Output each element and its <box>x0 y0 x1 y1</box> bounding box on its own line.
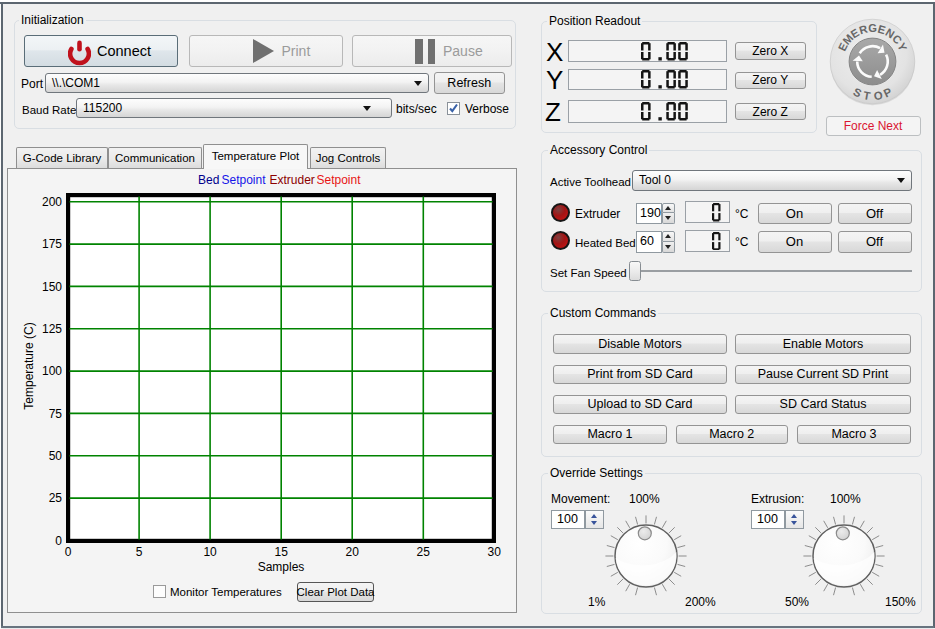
svg-text:G: G <box>868 22 877 34</box>
